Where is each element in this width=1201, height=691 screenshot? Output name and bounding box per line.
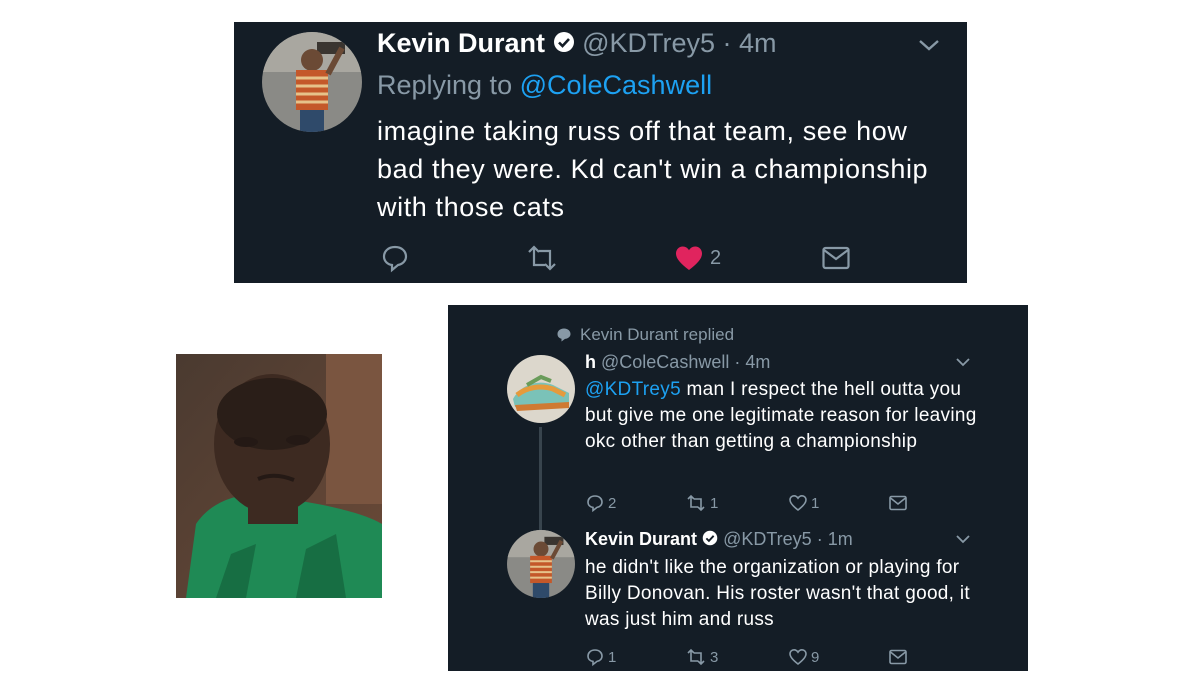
- retweet-icon: [687, 494, 705, 512]
- retweet-button[interactable]: [525, 240, 559, 276]
- mention-link[interactable]: @KDTrey5: [585, 379, 681, 400]
- user-handle[interactable]: @KDTrey5: [582, 28, 715, 58]
- speech-bubble-icon: [557, 328, 571, 342]
- user-handle[interactable]: @ColeCashwell: [601, 352, 729, 372]
- tweet-header: Kevin Durant @KDTrey5 · 4m: [377, 28, 777, 60]
- heart-icon: [789, 494, 807, 512]
- heart-icon: [789, 648, 807, 666]
- tweet-time: · 4m: [734, 352, 771, 372]
- reply-count: 2: [608, 494, 617, 512]
- social-context: Kevin Durant replied: [556, 325, 734, 345]
- like-button[interactable]: 2: [674, 240, 721, 276]
- tweet-time: · 4m: [722, 28, 777, 58]
- reply-thread-card: Kevin Durant replied h @ColeCashwell · 4…: [448, 305, 1028, 671]
- retweet-icon: [687, 648, 705, 666]
- reply-icon: [382, 245, 408, 273]
- envelope-icon: [822, 246, 850, 270]
- envelope-icon: [889, 495, 907, 511]
- like-button[interactable]: 1: [788, 491, 819, 515]
- retweet-count: 3: [710, 648, 719, 666]
- verified-badge-icon: [702, 530, 718, 551]
- retweet-button[interactable]: 3: [685, 645, 718, 669]
- thread-connector: [539, 427, 542, 530]
- retweet-count: 1: [710, 494, 719, 512]
- message-button[interactable]: [888, 491, 908, 515]
- user-avatar[interactable]: [507, 530, 575, 598]
- like-count: 2: [710, 246, 722, 269]
- user-handle[interactable]: @KDTrey5: [723, 529, 812, 549]
- reply-button[interactable]: [380, 240, 410, 276]
- replying-to-label: Replying to: [377, 70, 513, 100]
- envelope-icon: [889, 649, 907, 665]
- tweet-header: h @ColeCashwell · 4m: [585, 352, 770, 373]
- reaction-photo: [176, 354, 382, 598]
- sneaker-avatar-image: [507, 355, 575, 423]
- like-count: 1: [811, 494, 820, 512]
- tweet-header: Kevin Durant @KDTrey5 · 1m: [585, 529, 853, 551]
- tweet-text: @KDTrey5 man I respect the hell outta yo…: [585, 377, 985, 455]
- verified-badge-icon: [553, 29, 575, 60]
- avatar-image: [262, 32, 362, 132]
- reply-icon: [587, 649, 603, 667]
- top-tweet-card: Kevin Durant @KDTrey5 · 4m Replying to @…: [234, 22, 967, 283]
- tweet-text: he didn't like the organization or playi…: [585, 557, 970, 630]
- retweet-button[interactable]: 1: [685, 491, 718, 515]
- reply-icon: [587, 495, 603, 513]
- like-count: 9: [811, 648, 820, 666]
- replied-label: Kevin Durant replied: [580, 325, 735, 344]
- display-name[interactable]: Kevin Durant: [377, 28, 545, 58]
- reply-button[interactable]: 2: [585, 491, 616, 515]
- heart-icon: [676, 246, 702, 270]
- tweet-time: · 1m: [816, 529, 853, 549]
- message-button[interactable]: [821, 240, 851, 276]
- replying-to-mention[interactable]: @ColeCashwell: [520, 70, 712, 100]
- chevron-down-icon[interactable]: [954, 532, 972, 550]
- user-avatar[interactable]: [507, 355, 575, 423]
- avatar-image: [507, 530, 575, 598]
- user-avatar[interactable]: [262, 32, 362, 132]
- chevron-down-icon[interactable]: [916, 36, 942, 59]
- replying-to-line: Replying to @ColeCashwell: [377, 70, 712, 101]
- tweet-text: imagine taking russ off that team, see h…: [377, 116, 929, 222]
- display-name[interactable]: Kevin Durant: [585, 529, 697, 549]
- display-name[interactable]: h: [585, 352, 596, 372]
- message-button[interactable]: [888, 645, 908, 669]
- like-button[interactable]: 9: [788, 645, 819, 669]
- reply-count: 1: [608, 648, 617, 666]
- chevron-down-icon[interactable]: [954, 355, 972, 373]
- retweet-icon: [528, 245, 556, 271]
- reply-button[interactable]: 1: [585, 645, 616, 669]
